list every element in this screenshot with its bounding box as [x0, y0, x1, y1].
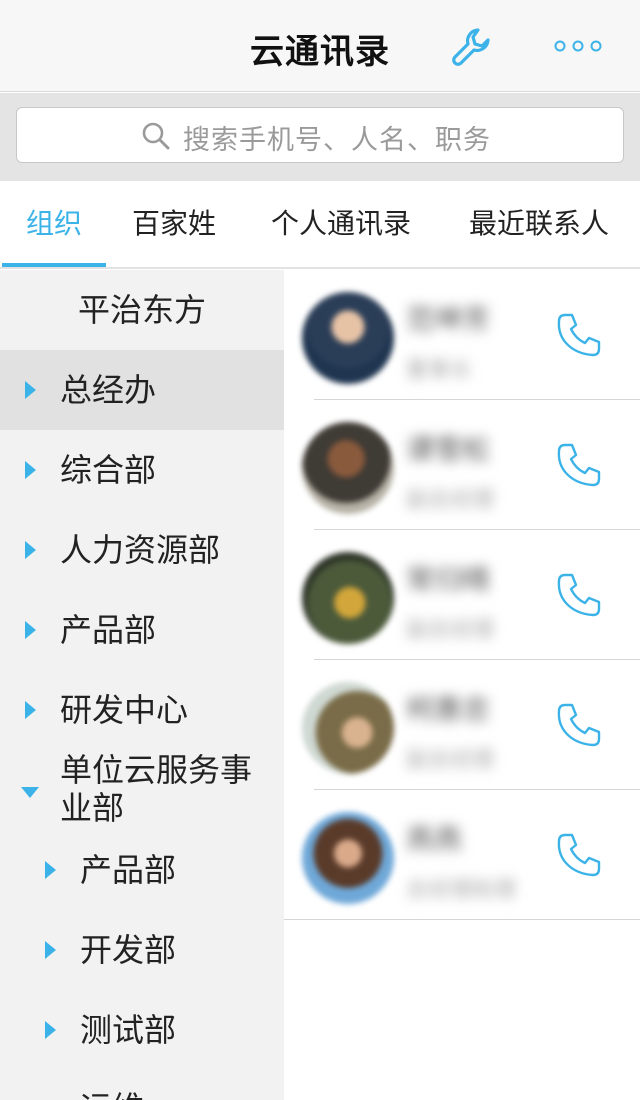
search-placeholder: 搜索手机号、人名、职务	[183, 125, 491, 156]
search-input[interactable]: 搜索手机号、人名、职务	[16, 107, 624, 163]
caret-right-icon	[25, 381, 36, 399]
caret-right-icon	[25, 461, 36, 479]
dept-label: 综合部	[60, 451, 157, 489]
contact-role: 副总经理	[406, 748, 495, 773]
dept-label: 产品部	[80, 851, 177, 889]
tab-bar: 组织 百家姓 个人通讯录 最近联系人	[0, 181, 640, 269]
contact-name: 谭雪松	[406, 433, 491, 466]
caret-down-icon	[21, 787, 39, 798]
contact-name: 燕燕	[406, 823, 463, 856]
page-title: 云通讯录	[250, 32, 390, 72]
phone-icon[interactable]	[554, 830, 604, 880]
phone-icon[interactable]	[554, 440, 604, 490]
contact-row[interactable]: 常归晴 副总经理	[284, 530, 640, 660]
search-icon	[142, 122, 170, 150]
dept-label-line1: 单位云服务事	[60, 751, 253, 789]
contact-row[interactable]: 谭雪松 副总经理	[284, 400, 640, 530]
tab-personal-contacts[interactable]: 个人通讯录	[258, 181, 424, 269]
dept-label: 总经办	[60, 371, 157, 409]
dept-label: 开发部	[80, 931, 177, 969]
contact-role: 董事长	[406, 358, 473, 383]
subdept-item[interactable]: 运维	[0, 1070, 284, 1100]
dept-label: 运维	[80, 1088, 144, 1100]
row-divider	[284, 919, 640, 920]
dept-label-line2: 业部	[60, 789, 125, 827]
tab-surnames[interactable]: 百家姓	[118, 181, 230, 269]
caret-right-icon	[25, 541, 36, 559]
org-title: 平治东方	[77, 291, 206, 329]
subdept-item[interactable]: 测试部	[0, 990, 284, 1070]
tab-organization[interactable]: 组织	[2, 181, 106, 269]
caret-right-icon	[25, 701, 36, 719]
contact-name: 常归晴	[406, 563, 491, 596]
contact-role: 副总经理	[406, 488, 495, 513]
search-bar: 搜索手机号、人名、职务	[0, 93, 640, 181]
dept-label: 产品部	[60, 611, 157, 649]
active-tab-indicator	[2, 263, 106, 267]
dept-label: 研发中心	[60, 691, 189, 729]
caret-right-icon	[45, 941, 56, 959]
dept-item[interactable]: 人力资源部	[0, 510, 284, 590]
contact-row[interactable]: 柯惠忠 副总经理	[284, 660, 640, 790]
avatar	[302, 682, 394, 774]
dept-label: 测试部	[80, 1011, 177, 1049]
contact-row[interactable]: 范坤芳 董事长	[284, 270, 640, 400]
avatar	[302, 422, 394, 514]
contact-name: 柯惠忠	[406, 693, 491, 726]
contact-role: 总经理助理	[406, 878, 517, 903]
app-header: 云通讯录	[0, 0, 640, 92]
caret-right-icon	[45, 1021, 56, 1039]
contact-role: 副总经理	[406, 618, 495, 643]
subdept-item[interactable]: 产品部	[0, 830, 284, 910]
contact-list: 范坤芳 董事长 谭雪松 副总经理 常归晴 副总经理 柯惠忠 副总经理 燕燕 总经…	[284, 270, 640, 1100]
more-dots-icon[interactable]	[552, 36, 604, 56]
dept-item[interactable]: 总经办	[0, 350, 284, 430]
phone-icon[interactable]	[554, 310, 604, 360]
avatar	[302, 812, 394, 904]
phone-icon[interactable]	[554, 570, 604, 620]
avatar	[302, 292, 394, 384]
caret-right-icon	[45, 861, 56, 879]
tab-recent-contacts[interactable]: 最近联系人	[456, 181, 622, 269]
contact-row[interactable]: 燕燕 总经理助理	[284, 790, 640, 920]
contact-name: 范坤芳	[406, 303, 491, 336]
caret-right-icon	[25, 621, 36, 639]
org-tree: 平治东方 总经办 综合部 人力资源部 产品部 研发中心 单位云服务事 业部 产品…	[0, 270, 284, 1100]
dept-item[interactable]: 产品部	[0, 590, 284, 670]
dept-label: 人力资源部	[60, 531, 221, 569]
phone-icon[interactable]	[554, 700, 604, 750]
subdept-item[interactable]: 开发部	[0, 910, 284, 990]
dept-item[interactable]: 研发中心	[0, 670, 284, 750]
avatar	[302, 552, 394, 644]
dept-item[interactable]: 综合部	[0, 430, 284, 510]
wrench-icon[interactable]	[450, 26, 492, 68]
dept-item-expanded[interactable]: 单位云服务事 业部	[0, 750, 284, 840]
